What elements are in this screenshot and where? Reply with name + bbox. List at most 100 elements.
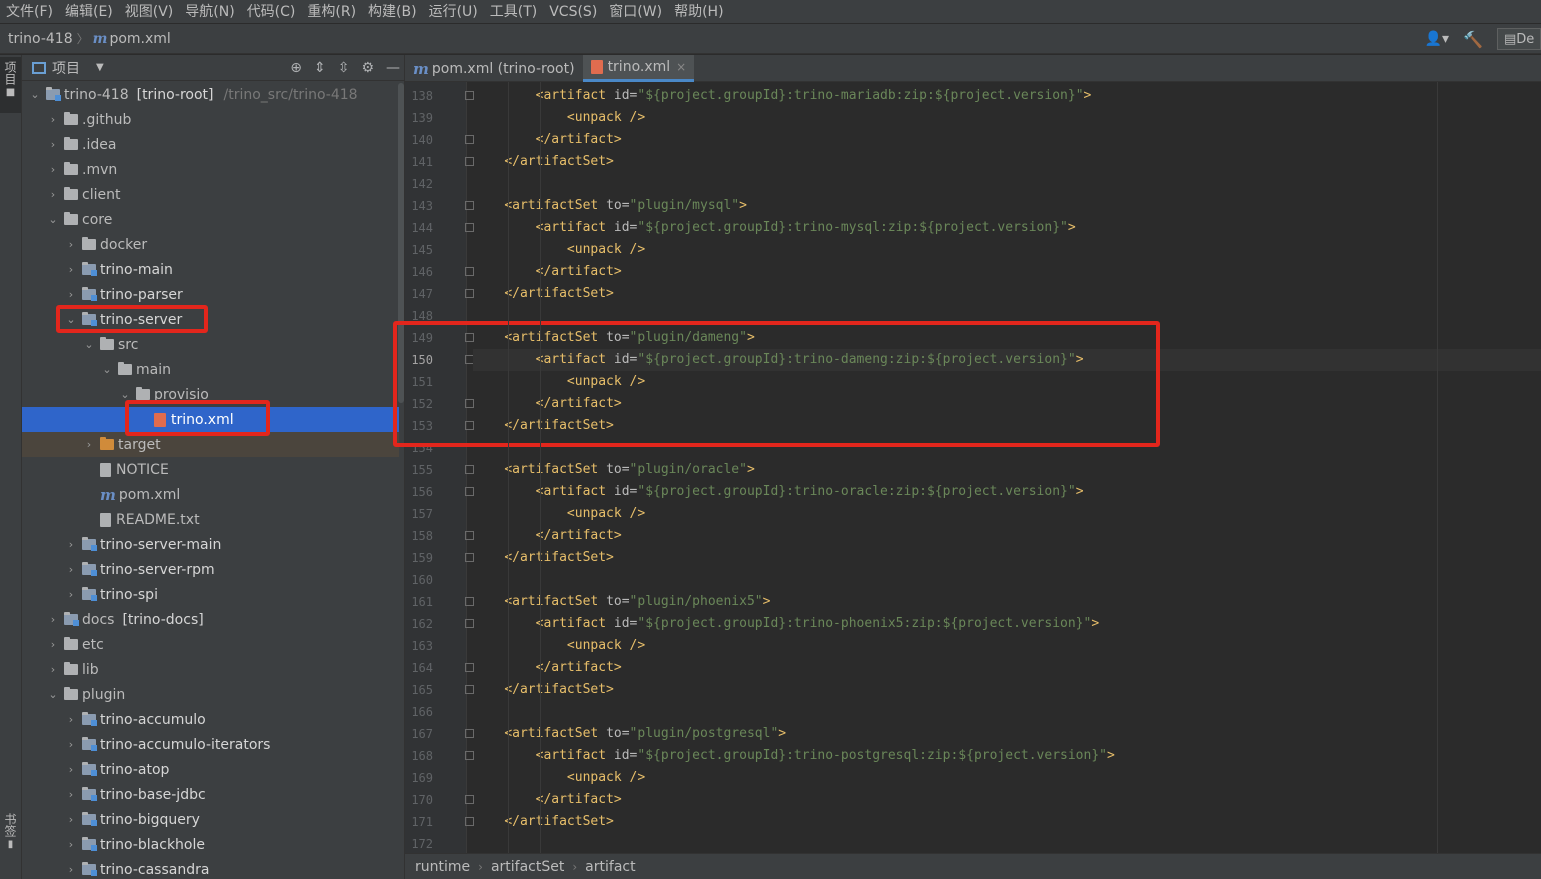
tree-item[interactable]: › trino-spi: [22, 582, 399, 607]
chevron-right-icon[interactable]: ›: [64, 863, 78, 876]
gear-icon[interactable]: ⚙: [361, 60, 374, 76]
tree-item[interactable]: › trino-main: [22, 257, 399, 282]
tree-item[interactable]: ⌄ trino-418 [trino-root] /trino_src/trino-4…: [22, 82, 399, 107]
editor-tab[interactable]: m pom.xml (trino-root): [405, 55, 583, 82]
code-line[interactable]: </artifact>: [473, 525, 1541, 547]
tree-item[interactable]: trino.xml: [22, 407, 399, 432]
code-line[interactable]: </artifact>: [473, 657, 1541, 679]
tree-item[interactable]: › trino-cassandra: [22, 857, 399, 879]
chevron-right-icon[interactable]: ›: [64, 263, 78, 276]
project-tree-scrollbar[interactable]: [398, 83, 404, 403]
code-line[interactable]: [473, 701, 1541, 723]
tree-item[interactable]: › trino-base-jdbc: [22, 782, 399, 807]
tree-item[interactable]: › docs [trino-docs]: [22, 607, 399, 632]
chevron-down-icon[interactable]: ⌄: [46, 688, 60, 701]
chevron-right-icon[interactable]: ›: [64, 288, 78, 301]
code-line[interactable]: <artifactSet to="plugin/phoenix5">: [473, 591, 1541, 613]
code-line[interactable]: [473, 833, 1541, 853]
tree-item[interactable]: › trino-bigquery: [22, 807, 399, 832]
chevron-right-icon[interactable]: ›: [46, 138, 60, 151]
tree-item[interactable]: › .mvn: [22, 157, 399, 182]
code-line[interactable]: <artifactSet to="plugin/dameng">: [473, 327, 1541, 349]
breadcrumb-item[interactable]: runtime: [415, 859, 470, 875]
code-line[interactable]: <artifactSet to="plugin/oracle">: [473, 459, 1541, 481]
chevron-right-icon[interactable]: ›: [64, 563, 78, 576]
nav-project-crumb[interactable]: trino-418: [8, 31, 73, 47]
tree-item[interactable]: › docker: [22, 232, 399, 257]
close-icon[interactable]: ×: [676, 60, 686, 74]
chevron-right-icon[interactable]: ›: [46, 613, 60, 626]
tree-item[interactable]: › trino-parser: [22, 282, 399, 307]
run-config-selector[interactable]: ▤ De: [1497, 28, 1541, 50]
code-line[interactable]: <unpack />: [473, 371, 1541, 393]
chevron-right-icon[interactable]: ›: [64, 588, 78, 601]
menu-item[interactable]: 构建(B): [362, 0, 423, 24]
breadcrumb-item[interactable]: artifactSet: [491, 859, 564, 875]
code-line[interactable]: <unpack />: [473, 767, 1541, 789]
tree-item[interactable]: › trino-accumulo-iterators: [22, 732, 399, 757]
code-line[interactable]: </artifactSet>: [473, 415, 1541, 437]
code-line[interactable]: <unpack />: [473, 635, 1541, 657]
code-line[interactable]: </artifactSet>: [473, 811, 1541, 833]
tree-item[interactable]: › trino-server-main: [22, 532, 399, 557]
tree-item[interactable]: › trino-server-rpm: [22, 557, 399, 582]
code-line[interactable]: </artifact>: [473, 393, 1541, 415]
tree-item[interactable]: m pom.xml: [22, 482, 399, 507]
tree-item[interactable]: README.txt: [22, 507, 399, 532]
code-line[interactable]: <artifact id="${project.groupId}:trino-d…: [473, 349, 1541, 371]
chevron-right-icon[interactable]: ›: [64, 538, 78, 551]
collapse-all-icon[interactable]: ⇳: [338, 60, 350, 76]
tree-item[interactable]: ⌄ src: [22, 332, 399, 357]
tree-item[interactable]: ⌄ main: [22, 357, 399, 382]
chevron-right-icon[interactable]: ›: [46, 163, 60, 176]
code-line[interactable]: [473, 305, 1541, 327]
chevron-right-icon[interactable]: ›: [64, 838, 78, 851]
chevron-down-icon[interactable]: ⌄: [46, 213, 60, 226]
nav-file-crumb[interactable]: pom.xml: [109, 31, 170, 47]
chevron-down-icon[interactable]: ⌄: [82, 338, 96, 351]
code-line[interactable]: </artifact>: [473, 789, 1541, 811]
tree-item[interactable]: ⌄ plugin: [22, 682, 399, 707]
code-line[interactable]: <artifact id="${project.groupId}:trino-p…: [473, 613, 1541, 635]
code-line[interactable]: <artifactSet to="plugin/postgresql">: [473, 723, 1541, 745]
code-line[interactable]: </artifactSet>: [473, 151, 1541, 173]
tree-item[interactable]: ⌄ provisio: [22, 382, 399, 407]
chevron-down-icon[interactable]: ⌄: [100, 363, 114, 376]
code-line[interactable]: [473, 437, 1541, 459]
code-line[interactable]: <unpack />: [473, 107, 1541, 129]
menu-item[interactable]: 导航(N): [179, 0, 240, 24]
menu-item[interactable]: 帮助(H): [668, 0, 729, 24]
chevron-right-icon[interactable]: ›: [64, 238, 78, 251]
chevron-right-icon[interactable]: ›: [46, 188, 60, 201]
breadcrumb-item[interactable]: artifact: [585, 859, 635, 875]
tree-item[interactable]: › trino-blackhole: [22, 832, 399, 857]
chevron-right-icon[interactable]: ›: [82, 438, 96, 451]
chevron-down-icon[interactable]: ▼: [96, 62, 104, 73]
menu-item[interactable]: 运行(U): [423, 0, 484, 24]
tree-item[interactable]: ⌄ core: [22, 207, 399, 232]
locate-file-icon[interactable]: ⊕: [290, 60, 302, 76]
expand-all-icon[interactable]: ⇕: [314, 60, 326, 76]
code-line[interactable]: <unpack />: [473, 239, 1541, 261]
code-editor[interactable]: <artifact id="${project.groupId}:trino-m…: [473, 82, 1541, 853]
tree-item[interactable]: NOTICE: [22, 457, 399, 482]
chevron-down-icon[interactable]: ⌄: [118, 388, 132, 401]
code-line[interactable]: [473, 569, 1541, 591]
tree-item[interactable]: › lib: [22, 657, 399, 682]
chevron-down-icon[interactable]: ⌄: [28, 88, 42, 101]
menu-item[interactable]: 窗口(W): [603, 0, 668, 24]
build-hammer-icon[interactable]: 🔨: [1463, 30, 1483, 49]
tree-item[interactable]: › trino-atop: [22, 757, 399, 782]
project-panel-title[interactable]: 项目: [52, 58, 80, 78]
code-line[interactable]: <artifact id="${project.groupId}:trino-m…: [473, 85, 1541, 107]
stripe-tab-project[interactable]: 项目 ■: [0, 57, 21, 113]
code-line[interactable]: </artifact>: [473, 261, 1541, 283]
chevron-right-icon[interactable]: ›: [46, 113, 60, 126]
tree-item[interactable]: › etc: [22, 632, 399, 657]
chevron-down-icon[interactable]: ⌄: [64, 313, 78, 326]
code-line[interactable]: <unpack />: [473, 503, 1541, 525]
menu-item[interactable]: 代码(C): [241, 0, 302, 24]
menu-item[interactable]: 文件(F): [0, 0, 59, 24]
code-line[interactable]: </artifactSet>: [473, 679, 1541, 701]
chevron-right-icon[interactable]: ›: [64, 738, 78, 751]
